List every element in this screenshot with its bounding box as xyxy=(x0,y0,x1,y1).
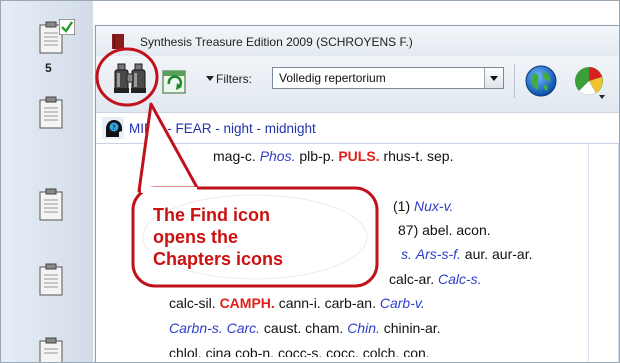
highlight-circle xyxy=(95,47,159,107)
callout-text: The Find icon opens the Chapters icons xyxy=(153,204,283,270)
callout-pointer xyxy=(137,102,201,193)
app-frame: 5 Synthesis Treasure Edition 2009 (SCHRO… xyxy=(0,0,620,363)
callout-line: The Find icon xyxy=(153,205,270,225)
callout-annotation xyxy=(95,47,379,288)
callout-line: Chapters icons xyxy=(153,249,284,269)
callout-line: opens the xyxy=(153,227,239,247)
